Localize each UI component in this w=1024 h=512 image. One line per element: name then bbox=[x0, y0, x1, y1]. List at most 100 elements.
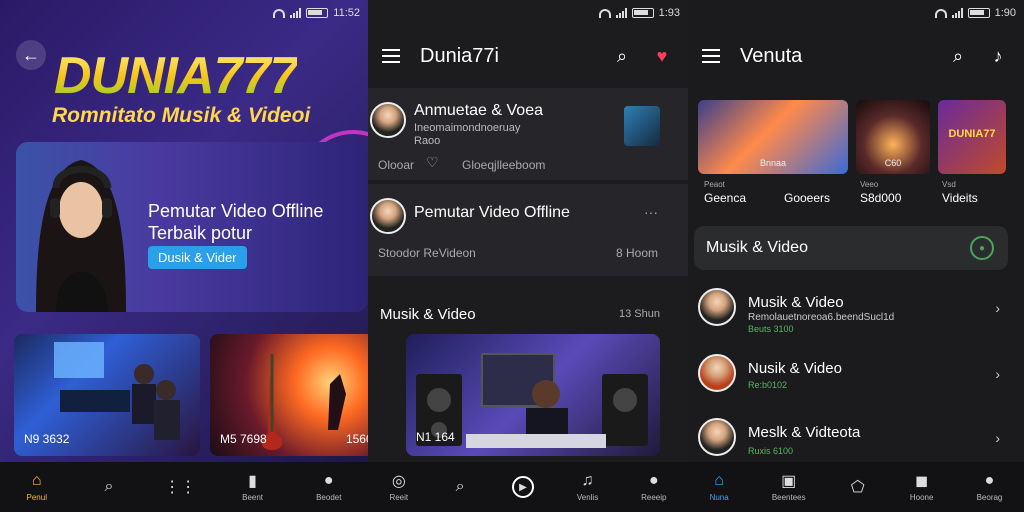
more-options-icon[interactable]: ··· bbox=[644, 204, 658, 220]
hero-banner[interactable]: Pemutar Video Offline Terbaik potur Dusi… bbox=[16, 142, 368, 312]
featured-strip-item[interactable]: Bnnaa bbox=[698, 100, 848, 174]
item-title: Musik & Video bbox=[748, 294, 844, 311]
search-icon: ⌕ bbox=[104, 478, 114, 495]
mic-icon[interactable]: ♪ bbox=[986, 44, 1010, 68]
strip-label: Vsd bbox=[942, 180, 956, 189]
battery-icon bbox=[967, 8, 990, 18]
avatar bbox=[370, 102, 406, 138]
strip-name: Gooeers bbox=[784, 191, 831, 205]
nav-label: Reeit bbox=[389, 493, 409, 502]
item-title: Nusik & Video bbox=[748, 360, 842, 377]
nav-label: Penul bbox=[26, 493, 47, 502]
panel-venuta: 1:90 Venuta ⌕ ♪ Bnnaa C60 DUNIA77 Peaot … bbox=[688, 0, 1024, 512]
nav-label: Hoone bbox=[909, 493, 934, 502]
search-icon: ⌕ bbox=[455, 478, 465, 495]
nav-label: Nuna bbox=[709, 493, 729, 502]
music-icon: ♫ bbox=[581, 472, 594, 489]
media-card[interactable]: Anmuetae & Voea Ineomaimondnoeruay Raoo … bbox=[368, 88, 688, 180]
nav-profile[interactable]: ● Beorag bbox=[977, 472, 1003, 502]
menu-icon[interactable] bbox=[702, 49, 720, 63]
card-thumbnail bbox=[624, 106, 660, 146]
battery-icon bbox=[631, 8, 654, 18]
strip-name: Geenca bbox=[704, 191, 747, 205]
nav-profile[interactable]: ● Beodet bbox=[316, 472, 341, 502]
nav-home[interactable]: ⌂ Nuna bbox=[710, 472, 729, 502]
chevron-right-icon: › bbox=[995, 366, 1000, 382]
nav-profile[interactable]: ● Reeeip bbox=[641, 472, 666, 502]
nav-bookmark[interactable]: ▮ Beent bbox=[242, 472, 263, 502]
go-icon[interactable]: ● bbox=[970, 236, 994, 260]
thumbnail-caption: M5 7698 bbox=[220, 432, 267, 446]
item-meta: Ruxis 6100 bbox=[748, 446, 794, 456]
panel-dunia-home: 11:52 ← DUNIA777 Romnitato Musik & Video… bbox=[0, 0, 368, 512]
nav-explore[interactable]: ◎ Reeit bbox=[389, 472, 408, 502]
list-item[interactable]: Musik & Video Remolauetnoreoa6.beendSucl… bbox=[688, 288, 1024, 352]
play-icon: ▶ bbox=[511, 476, 534, 498]
featured-strip-item[interactable]: C60 bbox=[856, 100, 930, 174]
home-icon: ⌂ bbox=[714, 472, 724, 489]
card-meta: Olooar bbox=[378, 158, 415, 172]
search-icon[interactable]: ⌕ bbox=[610, 44, 634, 68]
strip-label: Peaot bbox=[704, 180, 725, 189]
strip-caption: C60 bbox=[884, 158, 902, 168]
search-icon[interactable]: ⌕ bbox=[946, 44, 970, 68]
media-card[interactable]: Pemutar Video Offline ··· Stoodor ReVide… bbox=[368, 184, 688, 276]
nav-house[interactable]: ⬠ bbox=[849, 478, 867, 496]
strip-name: Videits bbox=[942, 191, 978, 205]
strip-caption: DUNIA77 bbox=[948, 128, 996, 140]
nav-label: Beent bbox=[242, 493, 264, 502]
heart-icon[interactable]: ♥ bbox=[650, 44, 674, 68]
nav-tv[interactable]: ▣ Beentees bbox=[772, 472, 806, 502]
house-icon: ⬠ bbox=[850, 479, 865, 496]
hero-portrait-image bbox=[36, 160, 126, 312]
featured-video-thumbnail[interactable]: N1 164 bbox=[406, 334, 660, 456]
nav-search[interactable]: ⌕ bbox=[100, 478, 118, 496]
nav-label: Beorag bbox=[976, 493, 1003, 502]
nav-grid[interactable]: ⋮⋮ bbox=[164, 478, 197, 496]
nav-label: Reeeip bbox=[641, 493, 667, 502]
hero-cta-button[interactable]: Dusik & Vider bbox=[148, 246, 247, 269]
video-thumbnail[interactable]: N9 3632 bbox=[14, 334, 200, 456]
nav-label: Venlis bbox=[576, 493, 599, 502]
avatar bbox=[370, 198, 406, 234]
top-app-bar: Venuta ⌕ ♪ bbox=[688, 38, 1024, 74]
list-item[interactable]: Nusik & Video Re:b0102 › bbox=[688, 354, 1024, 418]
menu-icon[interactable] bbox=[382, 49, 400, 63]
compass-icon: ◎ bbox=[391, 473, 406, 490]
back-button[interactable]: ← bbox=[16, 40, 46, 70]
video-thumbnail[interactable]: M5 7698 15600i bbox=[210, 334, 368, 456]
card-subtitle: Ineomaimondnoeruay bbox=[414, 122, 521, 134]
nav-music[interactable]: ♫ Venlis bbox=[577, 472, 598, 502]
avatar bbox=[698, 354, 736, 392]
item-meta: Re:b0102 bbox=[748, 380, 788, 390]
strip-name: S8d000 bbox=[860, 191, 902, 205]
nav-lock[interactable]: ◼ Hoone bbox=[910, 472, 934, 502]
app-tagline: Romnitato Musik & Videoi bbox=[52, 104, 311, 127]
like-icon[interactable]: ♡ bbox=[426, 154, 439, 171]
strip-label: Veeo bbox=[860, 180, 879, 189]
bottom-navigation: ⌂ Nuna ▣ Beentees ⬠ ◼ Hoone ● Beorag bbox=[688, 462, 1024, 512]
battery-icon bbox=[306, 8, 329, 18]
wifi-icon bbox=[273, 8, 286, 18]
top-app-bar: Dunia77i ⌕ ♥ bbox=[368, 38, 688, 74]
section-title: Musik & Video bbox=[380, 306, 476, 323]
card-meta: Stoodor ReVideon bbox=[378, 246, 476, 260]
chevron-right-icon: › bbox=[995, 300, 1000, 316]
category-pill[interactable]: Musik & Video ● bbox=[694, 226, 1008, 270]
nav-search[interactable]: ⌕ bbox=[451, 478, 469, 496]
card-title: Pemutar Video Offline bbox=[414, 204, 570, 221]
card-title: Anmuetae & Voea bbox=[414, 102, 543, 119]
item-title: Meslk & Vidteota bbox=[748, 424, 861, 441]
tv-icon: ▣ bbox=[781, 473, 797, 490]
status-bar: 1:93 bbox=[598, 0, 688, 26]
grid-icon: ⋮⋮ bbox=[164, 479, 197, 496]
nav-label: Beodet bbox=[316, 493, 342, 502]
thumbnail-caption: N1 164 bbox=[416, 430, 455, 444]
avatar bbox=[698, 288, 736, 326]
status-bar: 11:52 bbox=[273, 0, 368, 26]
profile-icon: ● bbox=[648, 472, 659, 489]
nav-play[interactable]: ▶ bbox=[511, 476, 534, 498]
nav-home[interactable]: ⌂ Penul bbox=[27, 472, 47, 502]
bottom-navigation: ⌂ Penul ⌕ ⋮⋮ ▮ Beent ● Beodet bbox=[0, 462, 368, 512]
featured-strip-item[interactable]: DUNIA77 bbox=[938, 100, 1006, 174]
